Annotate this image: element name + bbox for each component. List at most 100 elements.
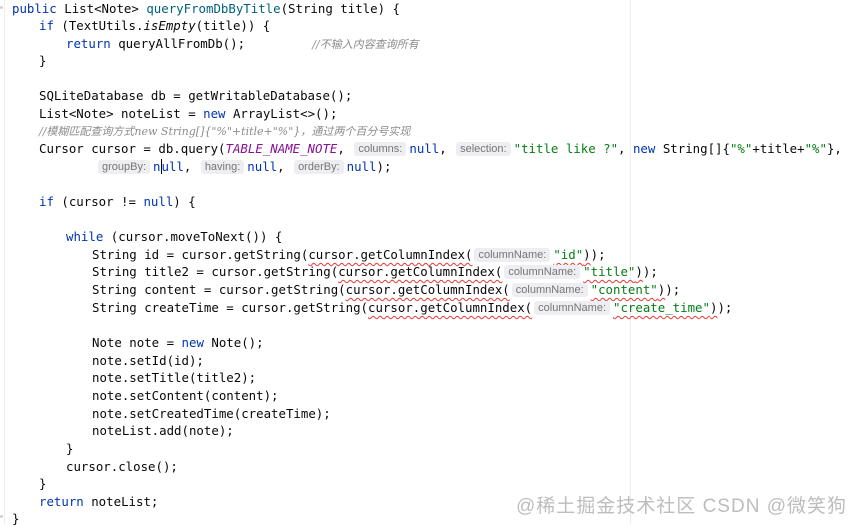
code-line-2[interactable]: if (TextUtils.isEmpty(title)) { [39, 17, 270, 34]
gutter-divider [4, 0, 5, 524]
code-text: note.setTitle(title2); [92, 370, 257, 385]
code-line-13[interactable]: String title2 = cursor.getString(cursor.… [92, 263, 658, 280]
error-highlight: cursor.getColumnIndex(columnName: "create… [368, 300, 717, 315]
string-literal: "id" [553, 247, 584, 262]
code-line-25[interactable]: return noteList; [39, 493, 158, 510]
code-text: ); [642, 264, 658, 279]
code-line-20[interactable]: note.setCreatedTime(createTime); [92, 405, 331, 422]
code-text: String title2 = cursor.getString( [92, 264, 339, 279]
keyword: while [66, 229, 104, 244]
code-text: cursor.close(); [66, 459, 178, 474]
code-text: +title+ [752, 141, 805, 156]
code-line-10[interactable]: if (cursor != null) { [39, 193, 196, 210]
code-text: } [66, 441, 74, 456]
string-literal: "content" [590, 282, 658, 297]
code-text: note.setContent(content); [92, 388, 279, 403]
parameter-hint: columnName: [534, 301, 610, 315]
code-text: List<Note> noteList = [39, 106, 204, 121]
string-literal: "%" [804, 141, 827, 156]
code-line-3[interactable]: return queryAllFromDb(); //不输入内容查询所有 [66, 35, 419, 52]
code-text: noteList; [83, 494, 159, 509]
method-name: queryFromDbByTitle [146, 1, 281, 16]
code-line-11[interactable]: while (cursor.moveToNext()) { [66, 228, 282, 245]
right-margin-guide [630, 0, 631, 524]
keyword: ull [161, 159, 184, 174]
code-line-8[interactable]: Cursor cursor = db.query(TABLE_NAME_NOTE… [39, 140, 842, 157]
code-line-17[interactable]: note.setId(id); [92, 352, 204, 369]
error-highlight: cursor.getColumnIndex(columnName: "conten… [345, 282, 665, 297]
code-line-14[interactable]: String content = cursor.getString(cursor… [92, 281, 680, 298]
code-text: cursor.getColumnIndex( [308, 247, 473, 262]
code-text: cursor.getColumnIndex( [338, 264, 503, 279]
code-text: cursor.getColumnIndex( [345, 282, 510, 297]
code-line-16[interactable]: Note note = new Note(); [92, 334, 264, 351]
parameter-hint: orderBy: [294, 160, 344, 174]
static-method: isEmpty [143, 18, 196, 33]
string-literal: "%" [729, 141, 753, 156]
parameter-hint: columnName: [474, 248, 551, 262]
code-text: , [618, 141, 633, 156]
code-text: noteList.add(note); [92, 423, 234, 438]
code-text: note.setId(id); [92, 353, 204, 368]
code-text: (TextUtils. [53, 18, 144, 33]
code-line-23[interactable]: cursor.close(); [66, 458, 178, 475]
code-line-18[interactable]: note.setTitle(title2); [92, 369, 256, 386]
code-text: queryAllFromDb(); [110, 36, 246, 51]
code-text: , [337, 141, 353, 156]
keyword: null [346, 159, 377, 174]
code-text: ); [376, 159, 392, 174]
code-text: } [39, 53, 47, 68]
keyword: null [409, 141, 440, 156]
code-comment: //模糊匹配查询方式new String[]{"%"+title+"%"}，通过… [39, 125, 411, 138]
code-text: ArrayList<>(); [225, 106, 338, 121]
code-line-19[interactable]: note.setContent(content); [92, 387, 279, 404]
code-line-5[interactable]: SQLiteDatabase db = getWritableDatabase(… [39, 87, 352, 104]
code-line-1[interactable]: public List<Note> queryFromDbByTitle(Str… [12, 0, 400, 17]
code-text: (String title) { [280, 1, 400, 16]
code-text: ); [717, 300, 733, 315]
error-highlight: cursor.getColumnIndex(columnName: "id") [308, 247, 591, 262]
fold-marker[interactable] [0, 515, 3, 518]
keyword: null [143, 194, 174, 209]
code-text: note.setCreatedTime(createTime); [92, 406, 331, 421]
code-line-24[interactable]: } [39, 475, 46, 492]
keyword: new [632, 141, 656, 156]
code-text: ); [590, 247, 606, 262]
code-line-6[interactable]: List<Note> noteList = new ArrayList<>(); [39, 105, 337, 122]
code-line-4[interactable]: } [39, 52, 46, 69]
code-text: , [183, 159, 199, 174]
code-text: cursor.getColumnIndex( [368, 300, 533, 315]
string-literal: "create_time" [613, 300, 710, 315]
code-text: , [439, 141, 455, 156]
code-line-15[interactable]: String createTime = cursor.getString(cur… [92, 299, 732, 316]
keyword: return [66, 36, 111, 51]
fold-marker[interactable] [0, 6, 3, 9]
parameter-hint: having: [200, 160, 245, 174]
code-text: (title)) { [195, 18, 271, 33]
code-text: (cursor.moveToNext()) { [103, 229, 283, 244]
watermark: @稀土掘金技术社区 CSDN @微笑狗 [516, 496, 847, 517]
code-text: String createTime = cursor.getString( [92, 300, 369, 315]
code-text: , [277, 159, 293, 174]
code-line-9[interactable]: groupBy: null, having: null, orderBy: null)… [96, 158, 391, 175]
code-text: Note note = [92, 335, 182, 350]
keyword: null [247, 159, 278, 174]
code-text: ) [635, 264, 643, 279]
keyword: if [39, 194, 54, 209]
code-line-12[interactable]: String id = cursor.getString(cursor.getC… [92, 246, 606, 263]
string-literal: "title" [583, 264, 636, 279]
code-line-21[interactable]: noteList.add(note); [92, 422, 234, 439]
constant: TABLE_NAME_NOTE [225, 141, 338, 156]
keyword: return [39, 494, 84, 509]
code-line-22[interactable]: } [66, 440, 73, 457]
parameter-hint: columns: [354, 142, 407, 156]
keyword: n [153, 159, 161, 174]
code-text: List<Note> [64, 1, 139, 16]
code-line-26[interactable]: } [12, 510, 19, 527]
parameter-hint: columnName: [504, 265, 581, 279]
code-text: ) { [173, 194, 196, 209]
parameter-hint: groupBy: [98, 160, 151, 174]
code-comment: //不输入内容查询所有 [312, 38, 419, 51]
code-line-7[interactable]: //模糊匹配查询方式new String[]{"%"+title+"%"}，通过… [39, 122, 410, 139]
code-text: String content = cursor.getString( [92, 282, 346, 297]
